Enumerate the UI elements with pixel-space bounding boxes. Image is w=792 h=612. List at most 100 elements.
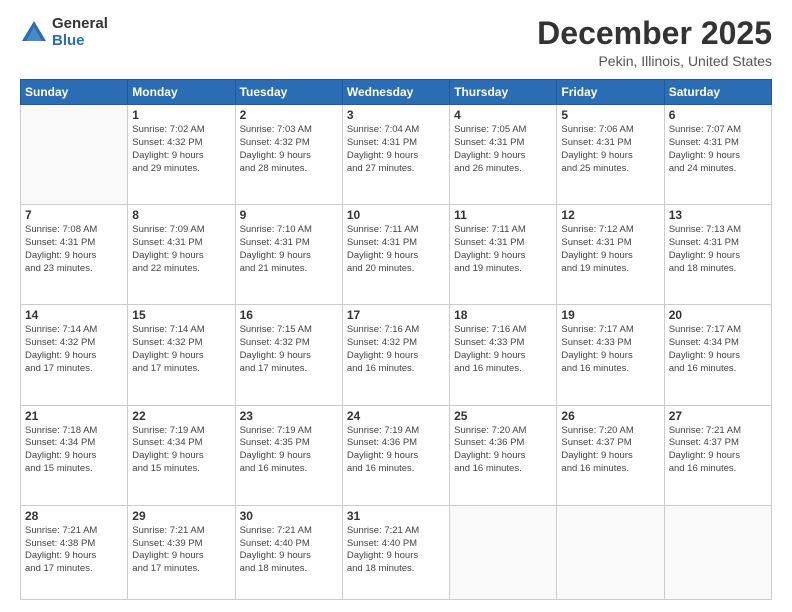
day-info: Sunrise: 7:21 AMSunset: 4:40 PMDaylight:… bbox=[240, 525, 338, 576]
calendar-cell: 22Sunrise: 7:19 AMSunset: 4:34 PMDayligh… bbox=[128, 405, 235, 505]
day-number: 26 bbox=[561, 409, 659, 423]
day-number: 9 bbox=[240, 208, 338, 222]
day-info: Sunrise: 7:21 AMSunset: 4:39 PMDaylight:… bbox=[132, 525, 230, 576]
day-number: 6 bbox=[669, 108, 767, 122]
day-number: 4 bbox=[454, 108, 552, 122]
calendar-cell: 18 Sunrise: 7:16 AMSunset: 4:33 PMDayligh… bbox=[450, 305, 557, 405]
day-number: 16 bbox=[240, 308, 338, 322]
column-header-sunday: Sunday bbox=[21, 80, 128, 105]
day-info: Sunrise: 7:18 AMSunset: 4:34 PMDaylight:… bbox=[25, 425, 123, 476]
day-info: Sunrise: 7:14 AMSunset: 4:32 PMDaylight:… bbox=[132, 324, 230, 375]
calendar-cell: 6 Sunrise: 7:07 AMSunset: 4:31 PMDaylight… bbox=[664, 105, 771, 205]
day-info: Sunrise: 7:06 AMSunset: 4:31 PMDaylight:… bbox=[561, 124, 659, 175]
day-info: Sunrise: 7:02 AMSunset: 4:32 PMDaylight:… bbox=[132, 124, 230, 175]
day-number: 11 bbox=[454, 208, 552, 222]
day-info: Sunrise: 7:13 AMSunset: 4:31 PMDaylight:… bbox=[669, 224, 767, 275]
day-number: 22 bbox=[132, 409, 230, 423]
day-number: 21 bbox=[25, 409, 123, 423]
column-header-wednesday: Wednesday bbox=[342, 80, 449, 105]
day-info: Sunrise: 7:11 AMSunset: 4:31 PMDaylight:… bbox=[454, 224, 552, 275]
calendar-header-row: SundayMondayTuesdayWednesdayThursdayFrid… bbox=[21, 80, 772, 105]
calendar-week-row: 14 Sunrise: 7:14 AMSunset: 4:32 PMDayligh… bbox=[21, 305, 772, 405]
calendar-cell bbox=[664, 505, 771, 599]
location-label: Pekin, Illinois, United States bbox=[537, 53, 772, 69]
calendar-cell bbox=[557, 505, 664, 599]
day-number: 25 bbox=[454, 409, 552, 423]
column-header-thursday: Thursday bbox=[450, 80, 557, 105]
day-info: Sunrise: 7:17 AMSunset: 4:33 PMDaylight:… bbox=[561, 324, 659, 375]
day-number: 8 bbox=[132, 208, 230, 222]
column-header-saturday: Saturday bbox=[664, 80, 771, 105]
day-info: Sunrise: 7:21 AMSunset: 4:37 PMDaylight:… bbox=[669, 425, 767, 476]
day-info: Sunrise: 7:09 AMSunset: 4:31 PMDaylight:… bbox=[132, 224, 230, 275]
column-header-monday: Monday bbox=[128, 80, 235, 105]
day-info: Sunrise: 7:07 AMSunset: 4:31 PMDaylight:… bbox=[669, 124, 767, 175]
day-info: Sunrise: 7:05 AMSunset: 4:31 PMDaylight:… bbox=[454, 124, 552, 175]
calendar-cell: 30 Sunrise: 7:21 AMSunset: 4:40 PMDayligh… bbox=[235, 505, 342, 599]
column-header-friday: Friday bbox=[557, 80, 664, 105]
day-info: Sunrise: 7:16 AMSunset: 4:33 PMDaylight:… bbox=[454, 324, 552, 375]
day-number: 10 bbox=[347, 208, 445, 222]
day-info: Sunrise: 7:08 AMSunset: 4:31 PMDaylight:… bbox=[25, 224, 123, 275]
calendar-cell: 4 Sunrise: 7:05 AMSunset: 4:31 PMDaylight… bbox=[450, 105, 557, 205]
logo-blue-label: Blue bbox=[52, 33, 108, 50]
calendar-week-row: 21 Sunrise: 7:18 AMSunset: 4:34 PMDayligh… bbox=[21, 405, 772, 505]
calendar-cell: 11 Sunrise: 7:11 AMSunset: 4:31 PMDayligh… bbox=[450, 205, 557, 305]
day-number: 2 bbox=[240, 108, 338, 122]
day-number: 31 bbox=[347, 509, 445, 523]
calendar-cell: 10 Sunrise: 7:11 AMSunset: 4:31 PMDayligh… bbox=[342, 205, 449, 305]
day-number: 30 bbox=[240, 509, 338, 523]
calendar-cell: 27 Sunrise: 7:21 AMSunset: 4:37 PMDayligh… bbox=[664, 405, 771, 505]
calendar-table: SundayMondayTuesdayWednesdayThursdayFrid… bbox=[20, 79, 772, 600]
calendar-cell: 28Sunrise: 7:21 AMSunset: 4:38 PMDayligh… bbox=[21, 505, 128, 599]
calendar-cell: 17Sunrise: 7:16 AMSunset: 4:32 PMDayligh… bbox=[342, 305, 449, 405]
column-header-tuesday: Tuesday bbox=[235, 80, 342, 105]
calendar-cell: 8 Sunrise: 7:09 AMSunset: 4:31 PMDaylight… bbox=[128, 205, 235, 305]
calendar-cell: 29 Sunrise: 7:21 AMSunset: 4:39 PMDayligh… bbox=[128, 505, 235, 599]
calendar-cell bbox=[450, 505, 557, 599]
calendar-cell: 9 Sunrise: 7:10 AMSunset: 4:31 PMDaylight… bbox=[235, 205, 342, 305]
day-info: Sunrise: 7:11 AMSunset: 4:31 PMDaylight:… bbox=[347, 224, 445, 275]
day-info: Sunrise: 7:12 AMSunset: 4:31 PMDaylight:… bbox=[561, 224, 659, 275]
day-number: 5 bbox=[561, 108, 659, 122]
calendar-cell: 1 Sunrise: 7:02 AMSunset: 4:32 PMDaylight… bbox=[128, 105, 235, 205]
day-number: 3 bbox=[347, 108, 445, 122]
calendar-cell: 21 Sunrise: 7:18 AMSunset: 4:34 PMDayligh… bbox=[21, 405, 128, 505]
calendar-cell: 13 Sunrise: 7:13 AMSunset: 4:31 PMDayligh… bbox=[664, 205, 771, 305]
day-number: 17 bbox=[347, 308, 445, 322]
day-info: Sunrise: 7:19 AMSunset: 4:35 PMDaylight:… bbox=[240, 425, 338, 476]
top-section: General Blue December 2025 Pekin, Illino… bbox=[20, 16, 772, 69]
calendar-cell: 24Sunrise: 7:19 AMSunset: 4:36 PMDayligh… bbox=[342, 405, 449, 505]
day-info: Sunrise: 7:20 AMSunset: 4:37 PMDaylight:… bbox=[561, 425, 659, 476]
day-number: 18 bbox=[454, 308, 552, 322]
day-info: Sunrise: 7:14 AMSunset: 4:32 PMDaylight:… bbox=[25, 324, 123, 375]
page: General Blue December 2025 Pekin, Illino… bbox=[0, 0, 792, 612]
day-number: 1 bbox=[132, 108, 230, 122]
calendar-cell: 2Sunrise: 7:03 AMSunset: 4:32 PMDaylight… bbox=[235, 105, 342, 205]
month-title: December 2025 bbox=[537, 16, 772, 51]
calendar-week-row: 1 Sunrise: 7:02 AMSunset: 4:32 PMDaylight… bbox=[21, 105, 772, 205]
calendar-cell: 25Sunrise: 7:20 AMSunset: 4:36 PMDayligh… bbox=[450, 405, 557, 505]
calendar-cell: 12 Sunrise: 7:12 AMSunset: 4:31 PMDayligh… bbox=[557, 205, 664, 305]
day-info: Sunrise: 7:10 AMSunset: 4:31 PMDaylight:… bbox=[240, 224, 338, 275]
day-number: 12 bbox=[561, 208, 659, 222]
day-number: 13 bbox=[669, 208, 767, 222]
day-number: 14 bbox=[25, 308, 123, 322]
calendar-week-row: 28Sunrise: 7:21 AMSunset: 4:38 PMDayligh… bbox=[21, 505, 772, 599]
calendar-cell: 14 Sunrise: 7:14 AMSunset: 4:32 PMDayligh… bbox=[21, 305, 128, 405]
logo-text: General Blue bbox=[52, 16, 108, 49]
calendar-cell: 31Sunrise: 7:21 AMSunset: 4:40 PMDayligh… bbox=[342, 505, 449, 599]
day-number: 19 bbox=[561, 308, 659, 322]
calendar-cell: 7Sunrise: 7:08 AMSunset: 4:31 PMDaylight… bbox=[21, 205, 128, 305]
calendar-cell bbox=[21, 105, 128, 205]
day-info: Sunrise: 7:04 AMSunset: 4:31 PMDaylight:… bbox=[347, 124, 445, 175]
logo: General Blue bbox=[20, 16, 108, 49]
day-number: 27 bbox=[669, 409, 767, 423]
day-number: 15 bbox=[132, 308, 230, 322]
day-number: 20 bbox=[669, 308, 767, 322]
calendar-cell: 23 Sunrise: 7:19 AMSunset: 4:35 PMDayligh… bbox=[235, 405, 342, 505]
day-number: 29 bbox=[132, 509, 230, 523]
day-number: 23 bbox=[240, 409, 338, 423]
day-info: Sunrise: 7:17 AMSunset: 4:34 PMDaylight:… bbox=[669, 324, 767, 375]
day-info: Sunrise: 7:15 AMSunset: 4:32 PMDaylight:… bbox=[240, 324, 338, 375]
